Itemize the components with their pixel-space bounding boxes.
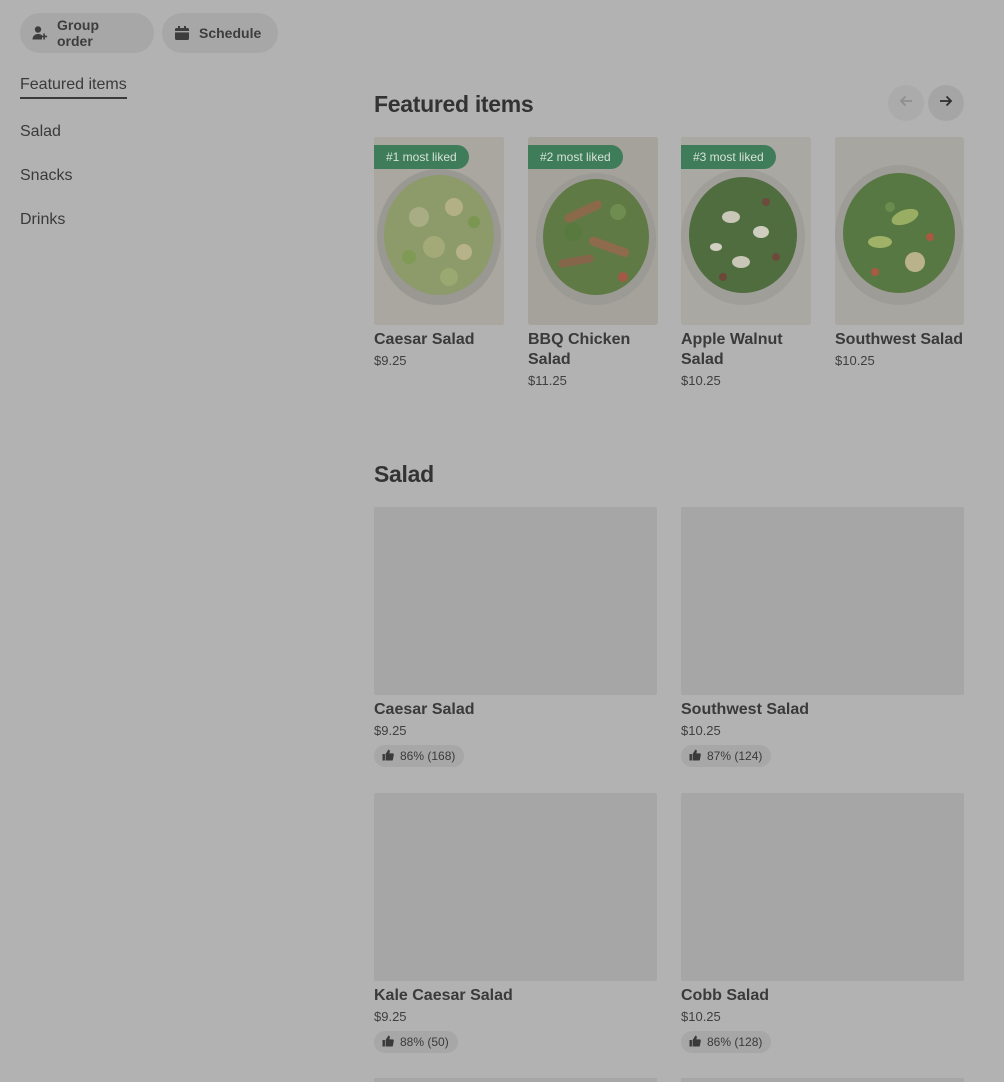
salad-heading: Salad <box>374 461 434 487</box>
item-price: $9.25 <box>374 1009 407 1024</box>
rating-text: 87% (124) <box>707 749 763 763</box>
rating-badge: 86% (168) <box>374 745 465 767</box>
item-image-placeholder <box>374 793 657 981</box>
rating-text: 86% (128) <box>707 1035 763 1049</box>
rating-badge: 88% (50) <box>374 1031 458 1053</box>
sidebar-item-drinks[interactable]: Drinks <box>20 211 65 229</box>
food-image: #3 most liked <box>681 137 811 325</box>
item-price: $10.25 <box>835 353 875 368</box>
thumbs-up-icon <box>382 1035 394 1050</box>
featured-items-heading: Featured items <box>374 91 534 117</box>
group-order-button[interactable]: Group order <box>20 13 154 53</box>
next-card-peek <box>681 1078 964 1082</box>
item-name: Southwest Salad <box>681 701 810 718</box>
item-price: $9.25 <box>374 723 407 738</box>
featured-card[interactable]: #1 most liked Caesar Salad $9.25 <box>374 137 504 368</box>
thumbs-up-icon <box>689 749 701 764</box>
item-price: $10.25 <box>681 373 721 388</box>
group-order-label: Group order <box>57 17 99 49</box>
menu-item-card[interactable]: Caesar Salad $9.25 86% (168) <box>374 507 657 767</box>
item-price: $10.25 <box>681 1009 721 1024</box>
item-image-placeholder <box>681 507 964 695</box>
most-liked-badge: #1 most liked <box>374 145 469 169</box>
carousel-prev-button[interactable] <box>888 85 924 121</box>
menu-item-card[interactable]: Cobb Salad $10.25 86% (128) <box>681 793 964 1053</box>
item-name: Cobb Salad <box>681 987 770 1004</box>
calendar-icon <box>174 25 190 41</box>
featured-card[interactable]: #2 most liked BBQ Chicken Salad $11.25 <box>528 137 658 388</box>
thumbs-up-icon <box>382 749 394 764</box>
food-image <box>835 137 964 325</box>
item-name: Kale Caesar Salad <box>374 987 513 1004</box>
carousel-next-button[interactable] <box>928 85 964 121</box>
item-image-placeholder <box>374 507 657 695</box>
item-name: Caesar Salad <box>374 701 475 718</box>
food-image: #2 most liked <box>528 137 658 325</box>
sidebar-item-snacks[interactable]: Snacks <box>20 167 72 185</box>
sidebar-item-salad[interactable]: Salad <box>20 123 61 141</box>
most-liked-badge: #3 most liked <box>681 145 776 169</box>
featured-card[interactable]: Southwest Salad $10.25 <box>835 137 965 368</box>
item-name: Southwest Salad <box>835 331 964 348</box>
food-image: #1 most liked <box>374 137 504 325</box>
add-person-icon <box>32 25 48 41</box>
arrow-right-icon <box>938 93 954 114</box>
item-price: $9.25 <box>374 353 407 368</box>
item-image-placeholder <box>681 793 964 981</box>
item-price: $11.25 <box>528 373 567 388</box>
sidebar-item-featured-items[interactable]: Featured items <box>20 76 127 99</box>
rating-text: 88% (50) <box>400 1035 449 1049</box>
menu-item-card[interactable]: Southwest Salad $10.25 87% (124) <box>681 507 964 767</box>
featured-card[interactable]: #3 most liked Apple Walnut Salad $10.25 <box>681 137 811 388</box>
item-price: $10.25 <box>681 723 721 738</box>
arrow-left-icon <box>898 93 914 114</box>
schedule-button[interactable]: Schedule <box>162 13 278 53</box>
rating-badge: 86% (128) <box>681 1031 772 1053</box>
rating-text: 86% (168) <box>400 749 456 763</box>
rating-badge: 87% (124) <box>681 745 772 767</box>
schedule-label: Schedule <box>199 25 262 41</box>
menu-item-card[interactable]: Kale Caesar Salad $9.25 88% (50) <box>374 793 657 1053</box>
most-liked-badge: #2 most liked <box>528 145 623 169</box>
next-card-peek <box>374 1078 657 1082</box>
thumbs-up-icon <box>689 1035 701 1050</box>
item-name: BBQ Chicken Salad <box>528 331 631 368</box>
item-name: Caesar Salad <box>374 331 475 348</box>
item-name: Apple Walnut Salad <box>681 331 783 368</box>
